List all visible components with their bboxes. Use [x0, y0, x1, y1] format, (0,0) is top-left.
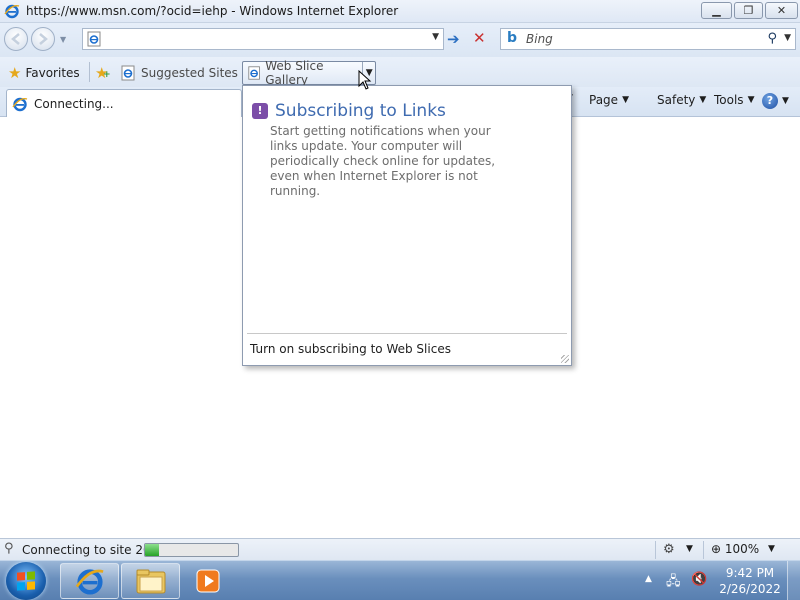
tools-menu[interactable]: Tools ▼	[714, 93, 754, 107]
address-dropdown[interactable]: ▼	[432, 32, 439, 42]
clock-date: 2/26/2022	[719, 582, 781, 596]
go-button[interactable]: ➔	[447, 31, 465, 47]
media-player-icon	[196, 569, 220, 593]
chevron-down-icon: ▼	[747, 95, 755, 105]
ie-logo-icon	[12, 97, 28, 111]
globe-icon: ⚲	[4, 541, 14, 556]
system-clock[interactable]: 9:42 PM 2/26/2022	[718, 565, 782, 597]
star-icon: ★	[8, 64, 22, 82]
window-title: https://www.msn.com/?ocid=iehp - Windows…	[26, 4, 399, 18]
recent-pages-dropdown[interactable]: ▼	[60, 35, 66, 44]
flyout-description: Start getting notifications when your li…	[270, 124, 496, 198]
chevron-down-icon: ▼	[622, 95, 629, 105]
favorites-label: Favorites	[25, 66, 80, 80]
turn-on-web-slices-link[interactable]: Turn on subscribing to Web Slices	[250, 342, 451, 356]
bing-icon: b	[507, 30, 518, 46]
folder-icon	[136, 569, 165, 594]
chevron-down-icon: ▼	[699, 95, 707, 105]
web-slice-gallery-label: Web Slice Gallery	[265, 59, 324, 87]
minimize-button[interactable]: ▁	[701, 2, 732, 19]
page-menu-label: Page	[589, 93, 619, 107]
ie-logo-icon	[4, 4, 20, 19]
ie-logo-icon	[75, 569, 103, 595]
help-menu[interactable]: ? ▼	[762, 93, 789, 109]
start-button[interactable]	[6, 562, 46, 600]
favorites-button[interactable]: ★ Favorites	[4, 62, 84, 84]
tab-label: Connecting...	[34, 96, 114, 111]
resize-grip[interactable]	[561, 355, 569, 363]
zoom-dropdown[interactable]: ▼	[768, 544, 775, 554]
status-bar: ⚲ Connecting to site 204 ⚙ ▼ ⊕ 100% ▼	[0, 538, 800, 560]
close-button[interactable]: ✕	[765, 2, 798, 19]
minimize-icon: ▁	[712, 4, 721, 17]
search-placeholder: Bing	[526, 32, 553, 46]
web-slice-icon: !	[252, 103, 268, 119]
web-slice-flyout: ! Subscribing to Links Start getting not…	[242, 85, 572, 366]
favorites-bar: ★ Favorites ★+ Suggested Sites ▼ Web Sli…	[0, 57, 800, 87]
zoom-value: 100%	[724, 542, 760, 556]
taskbar-media-player[interactable]	[186, 563, 230, 599]
maximize-button[interactable]: ❐	[734, 2, 763, 19]
stop-icon: ✕	[473, 29, 486, 47]
search-box[interactable]: b Bing ⚲ ▼	[500, 28, 796, 50]
safety-menu[interactable]: Safety ▼	[657, 93, 706, 107]
windows-start-icon	[17, 571, 35, 591]
suggested-sites-label: Suggested Sites	[141, 66, 238, 80]
taskbar-internet-explorer[interactable]	[60, 563, 119, 599]
chevron-down-icon[interactable]: ▼	[686, 544, 693, 554]
stop-button[interactable]: ✕	[473, 30, 489, 46]
flyout-divider	[247, 333, 567, 334]
status-divider	[655, 541, 656, 559]
search-options-dropdown[interactable]: ▼	[784, 33, 791, 43]
tools-menu-label: Tools	[714, 93, 744, 107]
back-button[interactable]	[4, 27, 28, 51]
page-icon	[87, 31, 101, 47]
flyout-title: Subscribing to Links	[275, 101, 446, 121]
maximize-icon: ❐	[743, 4, 754, 17]
show-desktop-button[interactable]	[787, 561, 800, 600]
favorites-divider	[89, 62, 90, 82]
mouse-cursor-icon	[358, 70, 372, 90]
progress-bar	[144, 543, 239, 557]
forward-button[interactable]	[31, 27, 55, 51]
help-icon: ?	[762, 93, 778, 109]
tab-current[interactable]: Connecting...	[6, 89, 242, 117]
address-row: ▼ ▼ ➔ ✕ b Bing ⚲ ▼	[0, 23, 800, 57]
page-icon	[121, 65, 135, 81]
show-hidden-icons[interactable]: ▲	[645, 574, 652, 584]
close-icon: ✕	[776, 4, 787, 17]
page-icon	[248, 66, 260, 80]
page-menu[interactable]: Page ▼	[589, 93, 629, 107]
forward-arrow-icon	[39, 33, 48, 45]
taskbar-windows-explorer[interactable]	[121, 563, 180, 599]
zoom-icon: ⊕	[711, 542, 722, 556]
safety-menu-label: Safety	[657, 93, 696, 107]
search-icon[interactable]: ⚲	[767, 31, 777, 46]
progress-fill	[145, 544, 159, 556]
chevron-down-icon: ▼	[782, 96, 789, 106]
address-field[interactable]: ▼	[82, 28, 444, 50]
zoom-level[interactable]: ⊕ 100%	[711, 542, 759, 556]
title-bar: https://www.msn.com/?ocid=iehp - Windows…	[0, 0, 800, 23]
taskbar: ▲ 🖧 🔇 9:42 PM 2/26/2022	[0, 560, 800, 600]
add-favorite-icon[interactable]: ★ +	[95, 64, 111, 82]
clock-time: 9:42 PM	[725, 566, 775, 580]
network-icon[interactable]: 🖧	[666, 572, 681, 594]
back-arrow-icon	[11, 33, 20, 45]
status-text: Connecting to site 204	[22, 543, 159, 557]
volume-muted-icon[interactable]: 🔇	[691, 572, 707, 587]
suggested-sites-button[interactable]: Suggested Sites ▼	[120, 62, 250, 84]
web-slice-gallery-button[interactable]: Web Slice Gallery ▼	[242, 59, 376, 87]
go-arrow-icon: ➔	[447, 30, 460, 48]
security-zone-icon[interactable]: ⚙	[663, 542, 675, 557]
status-divider	[703, 541, 704, 559]
